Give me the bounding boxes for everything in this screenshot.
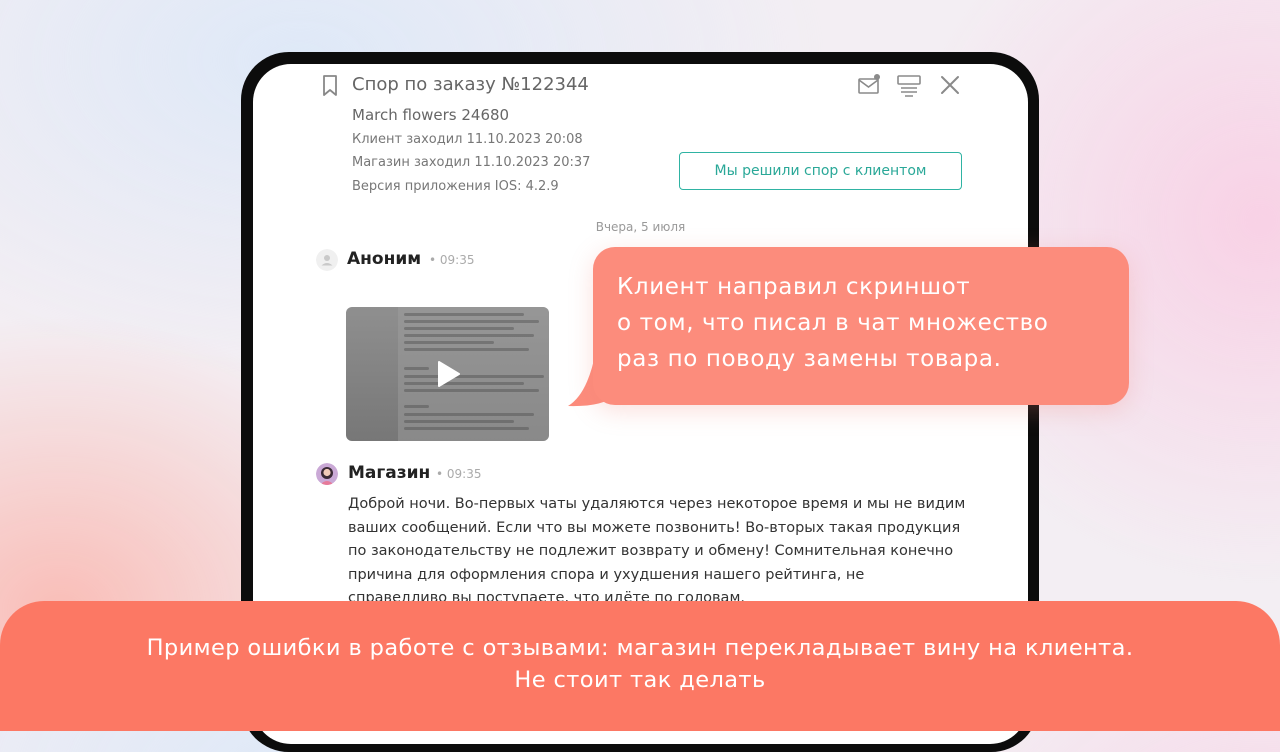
caption-text: Пример ошибки в работе с отзывами: магаз…: [0, 632, 1280, 696]
store-visit-info: Магазин заходил 11.10.2023 20:37: [352, 155, 591, 170]
message-time: • 09:35: [429, 253, 475, 267]
video-attachment[interactable]: [346, 307, 549, 441]
date-separator: Вчера, 5 июля: [595, 220, 686, 234]
resolve-dispute-button[interactable]: Мы решили спор с клиентом: [679, 152, 962, 190]
callout-line: о том, что писал в чат множество: [617, 310, 1049, 336]
message-time: • 09:35: [436, 467, 482, 481]
callout-line: Клиент направил скриншот: [617, 274, 971, 300]
store-name: March flowers 24680: [352, 106, 510, 124]
message-author-anonymous: Аноним: [347, 249, 422, 269]
client-visit-info: Клиент заходил 11.10.2023 20:08: [352, 132, 583, 147]
bookmark-icon[interactable]: [320, 74, 340, 98]
store-message-text: Доброй ночи. Во-первых чаты удаляются че…: [348, 496, 966, 606]
caption-line: Пример ошибки в работе с отзывами: магаз…: [146, 635, 1134, 661]
play-icon[interactable]: [434, 359, 462, 389]
anonymous-avatar-icon: [316, 249, 338, 271]
store-avatar: [316, 463, 338, 485]
app-version-info: Версия приложения IOS: 4.2.9: [352, 179, 559, 194]
caption-line: Не стоит так делать: [514, 667, 766, 693]
callout-bubble: Клиент направил скриншот о том, что писа…: [593, 247, 1129, 405]
dispute-title: Спор по заказу №122344: [352, 74, 589, 95]
callout-line: раз по поводу замены товара.: [617, 346, 1002, 372]
mail-notification-icon[interactable]: [856, 72, 882, 98]
close-icon[interactable]: [937, 72, 963, 98]
message-author-store: Магазин: [348, 463, 431, 483]
template-icon[interactable]: [896, 72, 922, 98]
